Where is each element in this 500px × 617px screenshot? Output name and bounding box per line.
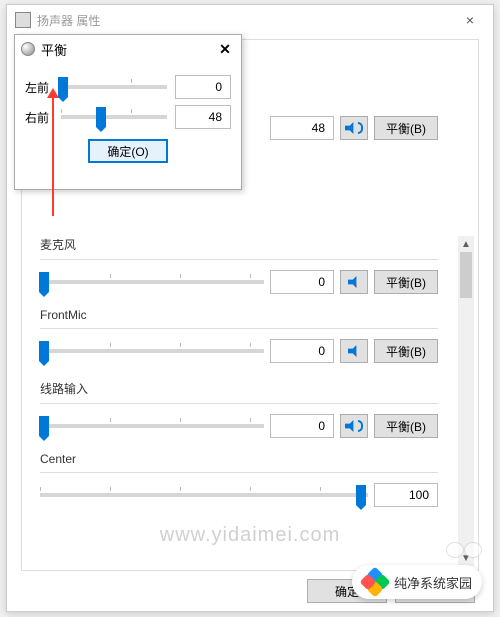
linein-balance-button[interactable]: 平衡(B) (374, 414, 438, 438)
balance-body: 左前 0 右前 48 确定(O) (15, 63, 241, 169)
scroll-track[interactable] (458, 252, 474, 550)
front-mute-button[interactable] (340, 116, 368, 140)
speaker-icon (345, 122, 357, 134)
speaker-icon (15, 12, 31, 28)
balance-ok-button[interactable]: 确定(O) (88, 139, 168, 163)
frontmic-slider[interactable] (40, 341, 264, 361)
mic-slider[interactable] (40, 272, 264, 292)
sound-wave-icon (358, 122, 363, 134)
mic-mute-button[interactable] (340, 270, 368, 294)
right-front-label: 右前 (25, 109, 53, 126)
right-front-slider[interactable] (61, 107, 167, 127)
speaker-icon (348, 345, 360, 357)
close-icon[interactable]: × (455, 12, 485, 28)
scrollbar[interactable]: ▲ ▼ (458, 236, 474, 566)
left-front-slider[interactable] (61, 77, 167, 97)
balance-title: 平衡 (41, 40, 215, 59)
slider-thumb[interactable] (39, 272, 49, 292)
left-front-value[interactable]: 0 (175, 75, 231, 99)
front-balance-button[interactable]: 平衡(B) (374, 116, 438, 140)
right-front-value[interactable]: 48 (175, 105, 231, 129)
separator (40, 259, 438, 260)
balance-footer: 确定(O) (25, 139, 231, 163)
slider-thumb[interactable] (39, 341, 49, 361)
mic-value[interactable]: 0 (270, 270, 334, 294)
linein-group: 线路输入 0 平衡(B) (40, 380, 438, 438)
mute-indicator-icon (356, 351, 364, 359)
separator (40, 328, 438, 329)
slider-thumb[interactable] (58, 77, 68, 97)
scroll-thumb[interactable] (460, 252, 472, 298)
separator (40, 472, 438, 473)
frontmic-group: FrontMic 0 平衡(B) (40, 308, 438, 363)
logo-icon (362, 569, 388, 595)
center-group: Center 100 (40, 452, 438, 507)
balance-close-icon[interactable]: ✕ (215, 41, 235, 58)
linein-label: 线路输入 (40, 380, 438, 397)
center-slider[interactable] (40, 485, 368, 505)
balance-icon (21, 42, 35, 56)
center-value[interactable]: 100 (374, 483, 438, 507)
window-title: 扬声器 属性 (37, 12, 455, 29)
sound-wave-icon (358, 420, 363, 432)
mic-balance-button[interactable]: 平衡(B) (374, 270, 438, 294)
frontmic-value[interactable]: 0 (270, 339, 334, 363)
frontmic-balance-button[interactable]: 平衡(B) (374, 339, 438, 363)
linein-mute-button[interactable] (340, 414, 368, 438)
levels-scroll-region: 麦克风 0 平衡(B) FrontMic (22, 236, 478, 566)
linein-value[interactable]: 0 (270, 414, 334, 438)
slider-thumb[interactable] (39, 416, 49, 436)
slider-thumb[interactable] (356, 485, 366, 505)
scroll-up-icon[interactable]: ▲ (458, 236, 474, 252)
main-titlebar: 扬声器 属性 × (7, 5, 493, 35)
front-value[interactable]: 48 (270, 116, 334, 140)
logo-text: 纯净系统家园 (394, 573, 472, 592)
separator (40, 403, 438, 404)
linein-slider[interactable] (40, 416, 264, 436)
slider-thumb[interactable] (96, 107, 106, 127)
mute-indicator-icon (356, 282, 364, 290)
right-front-row: 右前 48 (25, 105, 231, 129)
decorative-icon (446, 542, 482, 561)
mic-label: 麦克风 (40, 236, 438, 253)
balance-dialog: 平衡 ✕ 左前 0 右前 48 确定(O) (14, 34, 242, 190)
mic-group: 麦克风 0 平衡(B) (40, 236, 438, 294)
site-logo-badge: 纯净系统家园 (352, 565, 482, 599)
annotation-arrow-icon (52, 96, 54, 216)
balance-titlebar: 平衡 ✕ (15, 35, 241, 63)
speaker-icon (345, 420, 357, 432)
speaker-icon (348, 276, 360, 288)
center-label: Center (40, 452, 438, 466)
frontmic-mute-button[interactable] (340, 339, 368, 363)
frontmic-label: FrontMic (40, 308, 438, 322)
